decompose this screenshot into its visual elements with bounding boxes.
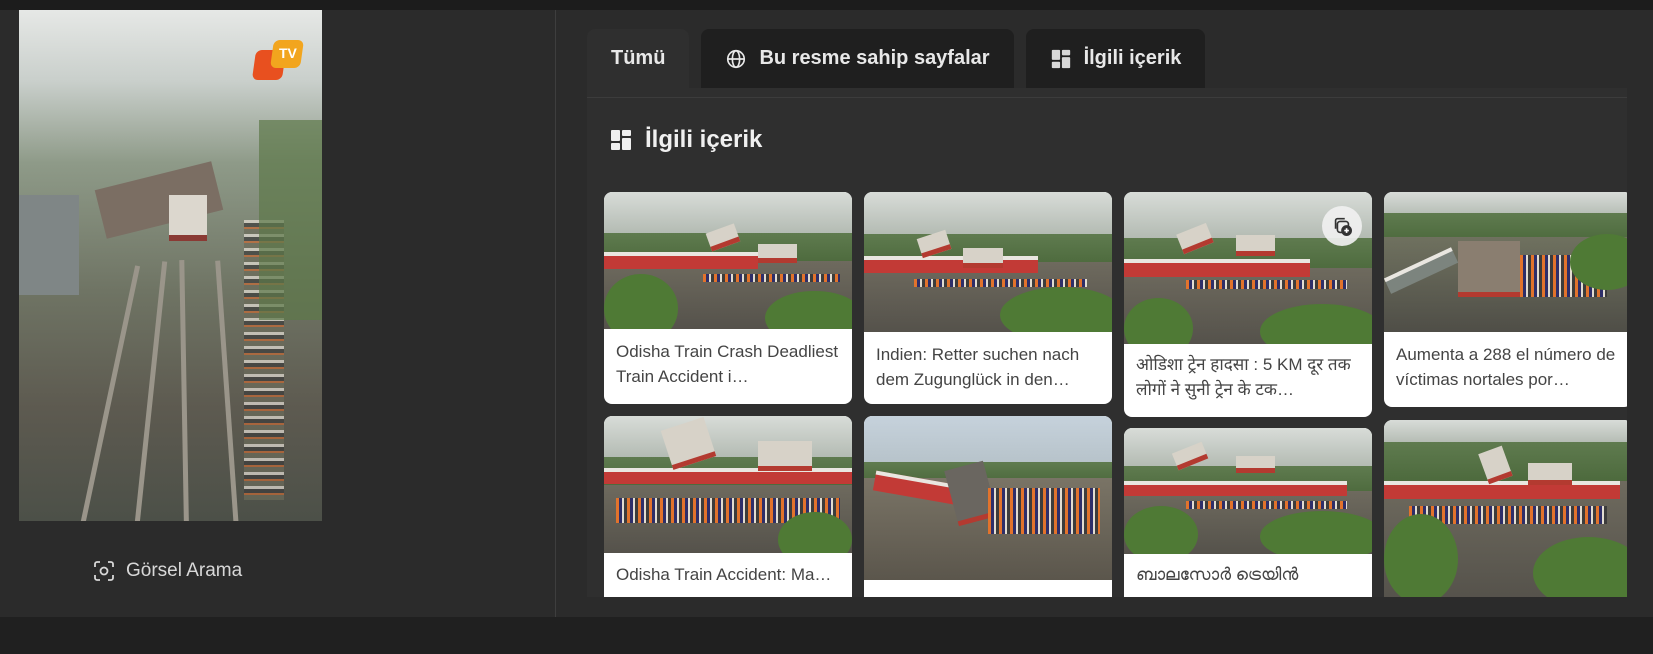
tab-related-content[interactable]: İlgili içerik	[1025, 29, 1206, 88]
grid-icon	[611, 130, 631, 150]
copy-add-icon	[1334, 217, 1352, 236]
tab-pages-with-image[interactable]: Bu resme sahip sayfalar	[701, 29, 1014, 88]
related-card[interactable]: Aumenta a 288 el número de víctimas nort…	[1384, 192, 1627, 407]
main-area: TV Görsel Arama Tümü Bu resme sahip sayf…	[0, 10, 1653, 617]
train-coach	[19, 195, 79, 295]
related-content-panel: İlgili içerik Odisha Train Crash Deadlie…	[587, 97, 1627, 597]
tab-bar: Tümü Bu resme sahip sayfalar İlgili içer…	[587, 29, 1206, 88]
tab-pages-with-image-label: Bu resme sahip sayfalar	[759, 47, 990, 69]
top-bar	[0, 0, 1653, 10]
left-pane: TV Görsel Arama	[0, 10, 555, 617]
locomotive	[169, 195, 207, 241]
tab-all[interactable]: Tümü	[587, 29, 690, 88]
card-thumbnail	[604, 192, 852, 329]
trees	[259, 120, 322, 320]
camera-scan-icon	[94, 561, 114, 581]
related-card[interactable]	[1384, 420, 1627, 597]
card-thumbnail	[864, 192, 1112, 332]
card-caption: Odisha Train Accident: Ma…	[616, 565, 832, 584]
visual-search-label: Görsel Arama	[126, 560, 243, 581]
card-thumbnail	[1124, 192, 1372, 344]
tab-underbar	[587, 88, 1627, 97]
visual-search-overlay-button[interactable]	[1322, 206, 1362, 246]
card-caption: Odisha Train Crash Deadliest Train Accid…	[616, 342, 839, 386]
card-thumbnail	[1384, 192, 1627, 332]
pane-divider	[555, 10, 556, 617]
tab-all-label: Tümü	[611, 47, 666, 69]
related-card[interactable]: ओडिशा ट्रेन हादसा : 5 KM दूर तक लोगों ने…	[1124, 192, 1372, 417]
card-thumbnail	[1384, 420, 1627, 597]
card-thumbnail	[864, 416, 1112, 580]
grid-icon	[1051, 49, 1070, 68]
channel-logo: TV	[251, 38, 304, 84]
rail-track	[215, 260, 239, 521]
globe-icon	[727, 49, 746, 68]
card-caption: Indien: Retter suchen nach dem Zugunglüc…	[876, 345, 1080, 389]
preview-image[interactable]: TV	[19, 10, 322, 521]
related-card[interactable]: Odisha Train Crash Deadliest Train Accid…	[604, 192, 852, 404]
rail-track	[179, 259, 189, 521]
rail-track	[134, 261, 168, 521]
tab-related-content-label: İlgili içerik	[1083, 47, 1182, 69]
card-thumbnail	[604, 416, 852, 553]
panel-title: İlgili içerik	[609, 126, 762, 154]
related-card[interactable]: ബാലസോർ ട്രെയിൻ	[1124, 428, 1372, 597]
panel-title-label: İlgili içerik	[645, 126, 763, 153]
related-card[interactable]	[864, 416, 1112, 597]
visual-search-button[interactable]: Görsel Arama	[92, 559, 242, 583]
related-card[interactable]: Odisha Train Accident: Ma…	[604, 416, 852, 597]
card-caption: ബാലസോർ ട്രെയിൻ	[1136, 565, 1299, 584]
bottom-bar	[0, 617, 1653, 654]
rail-track	[79, 265, 141, 521]
card-thumbnail	[1124, 428, 1372, 554]
card-caption: Aumenta a 288 el número de víctimas nort…	[1396, 345, 1616, 389]
card-caption: ओडिशा ट्रेन हादसा : 5 KM दूर तक लोगों ने…	[1136, 355, 1351, 399]
related-card[interactable]: Indien: Retter suchen nach dem Zugunglüc…	[864, 192, 1112, 404]
